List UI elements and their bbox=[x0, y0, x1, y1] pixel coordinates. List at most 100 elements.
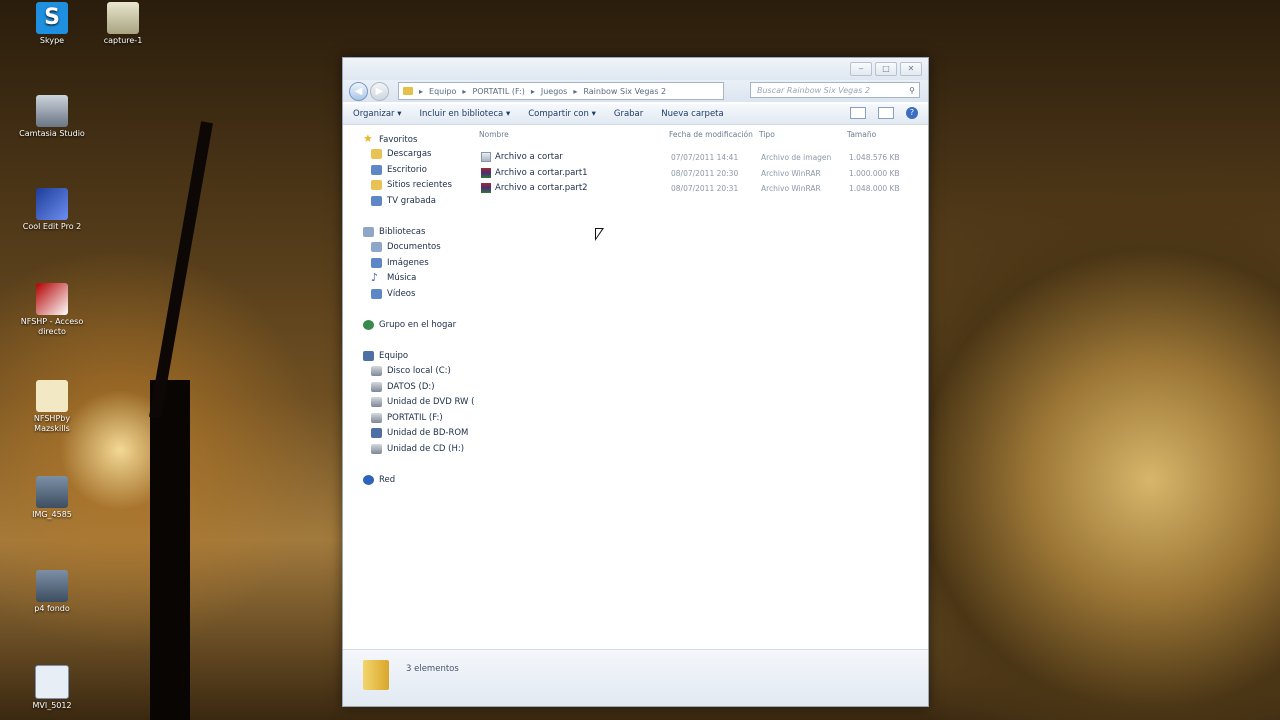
file-list: Nombre Fecha de modificación Tipo Tamaño… bbox=[475, 126, 918, 650]
desktop-icon bbox=[371, 165, 382, 175]
nav-downloads[interactable]: Descargas bbox=[371, 149, 431, 159]
nav-drive-dvd[interactable]: Unidad de DVD RW ( bbox=[371, 397, 474, 407]
libraries-icon bbox=[363, 227, 374, 237]
nav-computer[interactable]: Equipo bbox=[363, 351, 408, 361]
nav-label: Descargas bbox=[387, 149, 432, 159]
explorer-window[interactable]: ‒ □ ✕ ◀ ▶ ▸ Equipo ▸ PORTATIL (F:) ▸ Jue… bbox=[342, 57, 929, 707]
toolbar-right: ? bbox=[850, 107, 918, 119]
new-folder-button[interactable]: Nueva carpeta bbox=[651, 109, 731, 119]
address-bar[interactable]: ▸ Equipo ▸ PORTATIL (F:) ▸ Juegos ▸ Rain… bbox=[398, 82, 724, 100]
file-type: Archivo WinRAR bbox=[761, 183, 821, 193]
forward-button[interactable]: ▶ bbox=[370, 82, 389, 101]
nav-label: Disco local (C:) bbox=[387, 366, 451, 376]
folder-icon bbox=[363, 660, 389, 690]
file-type: Archivo de imagen bbox=[761, 152, 832, 162]
file-name: Archivo a cortar.part1 bbox=[481, 168, 588, 178]
network-icon bbox=[363, 475, 374, 485]
file-row[interactable]: Archivo a cortar 07/07/2011 14:41 Archiv… bbox=[477, 150, 918, 164]
desktop-icon-cooledit[interactable]: Cool Edit Pro 2 bbox=[17, 188, 87, 232]
include-library-button[interactable]: Incluir en biblioteca ▾ bbox=[410, 109, 519, 119]
breadcrumb-sep: ▸ bbox=[530, 86, 535, 96]
maximize-button[interactable]: □ bbox=[875, 62, 897, 76]
desktop-icon-capture[interactable]: capture-1 bbox=[88, 2, 158, 46]
nav-recent[interactable]: Sitios recientes bbox=[371, 180, 452, 190]
nav-drive-f[interactable]: PORTATIL (F:) bbox=[371, 413, 443, 423]
skype-icon: S bbox=[36, 2, 68, 34]
nav-label: Documentos bbox=[387, 242, 441, 252]
column-header-date[interactable]: Fecha de modificación bbox=[669, 130, 753, 139]
desktop-icon-label: p4 fondo bbox=[34, 604, 70, 613]
desktop-icon-fondo[interactable]: p4 fondo bbox=[17, 570, 87, 614]
video-file-icon bbox=[35, 665, 69, 699]
file-name-text: Archivo a cortar.part2 bbox=[495, 183, 588, 193]
nav-label: Unidad de BD-ROM bbox=[387, 428, 469, 438]
nav-label: Música bbox=[387, 273, 417, 283]
image-icon bbox=[36, 570, 68, 602]
organize-button[interactable]: Organizar ▾ bbox=[343, 109, 410, 119]
close-button[interactable]: ✕ bbox=[900, 62, 922, 76]
file-name-text: Archivo a cortar bbox=[495, 152, 563, 162]
desktop-icon-skype[interactable]: S Skype bbox=[17, 2, 87, 46]
file-row[interactable]: Archivo a cortar.part1 08/07/2011 20:30 … bbox=[477, 166, 918, 180]
nav-label: Imágenes bbox=[387, 258, 429, 268]
nav-homegroup[interactable]: Grupo en el hogar bbox=[363, 320, 456, 330]
nav-images[interactable]: Imágenes bbox=[371, 258, 429, 268]
column-header-type[interactable]: Tipo bbox=[759, 130, 775, 139]
desktop-icon-mvi[interactable]: MVI_5012 bbox=[17, 665, 87, 711]
command-bar: Organizar ▾ Incluir en biblioteca ▾ Comp… bbox=[343, 104, 928, 125]
desktop-icon-label: NFSHP - Acceso directo bbox=[20, 317, 84, 336]
burn-button[interactable]: Grabar bbox=[604, 109, 651, 119]
breadcrumb-item-portatil[interactable]: PORTATIL (F:) bbox=[472, 87, 524, 96]
minimize-button[interactable]: ‒ bbox=[850, 62, 872, 76]
file-size: 1.048.000 KB bbox=[849, 183, 900, 193]
nav-music[interactable]: ♪ Música bbox=[371, 271, 417, 284]
preview-pane-icon[interactable] bbox=[878, 107, 894, 119]
breadcrumb-item-computer[interactable]: Equipo bbox=[429, 87, 456, 96]
title-bar[interactable]: ‒ □ ✕ bbox=[343, 58, 928, 80]
help-icon[interactable]: ? bbox=[906, 107, 918, 119]
document-icon bbox=[36, 380, 68, 412]
mouse-cursor-icon bbox=[595, 228, 604, 241]
desktop-icon-label: NFSHPby Mazskills bbox=[33, 414, 71, 433]
back-button[interactable]: ◀ bbox=[349, 82, 368, 101]
nav-favorites[interactable]: ★ Favoritos bbox=[363, 133, 417, 145]
desktop-icon-img[interactable]: IMG_4585 bbox=[17, 476, 87, 520]
nav-desktop[interactable]: Escritorio bbox=[371, 165, 427, 175]
nav-drive-c[interactable]: Disco local (C:) bbox=[371, 366, 451, 376]
nav-label: Sitios recientes bbox=[387, 180, 452, 190]
column-header-name[interactable]: Nombre bbox=[479, 130, 509, 139]
documents-icon bbox=[371, 242, 382, 252]
winrar-icon bbox=[481, 168, 491, 178]
view-options-icon[interactable] bbox=[850, 107, 866, 119]
nav-network[interactable]: Red bbox=[363, 475, 395, 485]
search-icon[interactable]: ⚲ bbox=[909, 83, 915, 99]
share-button[interactable]: Compartir con ▾ bbox=[518, 109, 604, 119]
desktop-icon-label: MVI_5012 bbox=[32, 701, 72, 710]
music-icon: ♪ bbox=[371, 271, 379, 284]
nav-label: Red bbox=[379, 475, 396, 485]
search-input[interactable]: Buscar Rainbow Six Vegas 2 ⚲ bbox=[750, 82, 920, 98]
desktop-icon-nfshp-mazskills[interactable]: NFSHPby Mazskills bbox=[17, 380, 87, 434]
nav-drive-d[interactable]: DATOS (D:) bbox=[371, 382, 435, 392]
nav-drive-h[interactable]: Unidad de CD (H:) bbox=[371, 444, 464, 454]
nav-drive-bd[interactable]: Unidad de BD-ROM bbox=[371, 428, 468, 438]
nav-recorded-tv[interactable]: TV grabada bbox=[371, 196, 436, 206]
breadcrumb-sep: ▸ bbox=[419, 86, 424, 96]
nav-documents[interactable]: Documentos bbox=[371, 242, 441, 252]
desktop-icon-camtasia[interactable]: Camtasia Studio bbox=[17, 95, 87, 139]
image-icon bbox=[36, 476, 68, 508]
computer-icon bbox=[363, 351, 374, 361]
nav-videos[interactable]: Vídeos bbox=[371, 289, 415, 299]
nav-libraries[interactable]: Bibliotecas bbox=[363, 227, 425, 237]
breadcrumb-sep: ▸ bbox=[573, 86, 578, 96]
column-header-size[interactable]: Tamaño bbox=[847, 130, 876, 139]
file-row[interactable]: Archivo a cortar.part2 08/07/2011 20:31 … bbox=[477, 181, 918, 195]
file-name: Archivo a cortar bbox=[481, 152, 563, 162]
usb-drive-icon bbox=[371, 413, 382, 423]
dvd-drive-icon bbox=[371, 397, 382, 407]
desktop-icon-nfshp[interactable]: NFSHP - Acceso directo bbox=[17, 283, 87, 337]
breadcrumb-item-juegos[interactable]: Juegos bbox=[541, 87, 568, 96]
nav-label: TV grabada bbox=[387, 196, 437, 206]
tree-branch bbox=[149, 121, 213, 419]
breadcrumb-item-rainbow[interactable]: Rainbow Six Vegas 2 bbox=[583, 87, 666, 96]
